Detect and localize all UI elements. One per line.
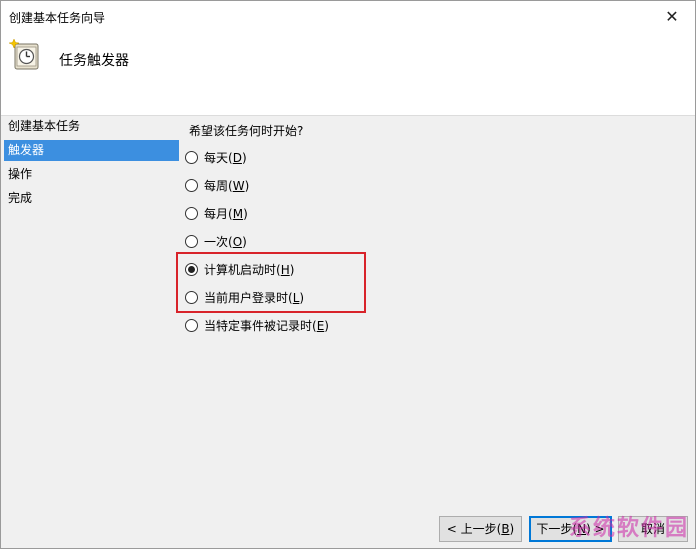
radio-button[interactable]: [185, 318, 198, 332]
radio-button[interactable]: [185, 178, 198, 192]
option-label: 当特定事件被记录时(E): [204, 318, 329, 333]
next-button[interactable]: 下一步(N) >: [529, 516, 612, 542]
option-at-logon[interactable]: 当前用户登录时(L): [185, 287, 304, 307]
clock-icon: [9, 38, 39, 70]
sidebar-item-label: 触发器: [8, 143, 45, 157]
option-on-event[interactable]: 当特定事件被记录时(E): [185, 315, 329, 335]
radio-button[interactable]: [185, 234, 198, 248]
sidebar-item-label: 操作: [8, 167, 33, 181]
task-wizard-window: 创建基本任务向导 ✕ 任务触发器 创建基本任务 触发器 操作 完成 希望该任务何…: [0, 0, 696, 549]
sidebar-item-action[interactable]: 操作: [4, 164, 179, 185]
radio-button[interactable]: [185, 150, 198, 164]
option-label: 一次(O): [204, 234, 247, 249]
sidebar-item-label: 完成: [8, 191, 33, 205]
radio-button[interactable]: [185, 206, 198, 220]
page-heading: 任务触发器: [59, 53, 129, 69]
title-bar: 创建基本任务向导 ✕: [1, 1, 695, 32]
back-button[interactable]: < 上一步(B): [439, 516, 522, 542]
sidebar-item-trigger[interactable]: 触发器: [4, 140, 179, 161]
option-monthly[interactable]: 每月(M): [185, 203, 248, 223]
option-at-startup[interactable]: 计算机启动时(H): [185, 259, 294, 279]
wizard-steps-sidebar: 创建基本任务 触发器 操作 完成: [4, 116, 180, 508]
sidebar-item-finish[interactable]: 完成: [4, 188, 179, 209]
option-label: 每月(M): [204, 206, 248, 221]
trigger-options-panel: 希望该任务何时开始? 每天(D) 每周(W) 每月(M) 一次(O) 计算机启动…: [185, 116, 685, 508]
sidebar-item-label: 创建基本任务: [8, 119, 81, 133]
option-label: 每天(D): [204, 150, 247, 165]
option-weekly[interactable]: 每周(W): [185, 175, 249, 195]
question-label: 希望该任务何时开始?: [189, 124, 304, 138]
wizard-header: 任务触发器: [1, 32, 695, 116]
wizard-footer: < 上一步(B) 下一步(N) > 取消: [1, 508, 695, 548]
option-once[interactable]: 一次(O): [185, 231, 247, 251]
cancel-button[interactable]: 取消: [618, 516, 688, 542]
option-label: 每周(W): [204, 178, 250, 193]
option-label: 当前用户登录时(L): [204, 290, 305, 305]
radio-button[interactable]: [185, 290, 198, 304]
close-icon[interactable]: ✕: [649, 1, 695, 32]
sidebar-item-create-basic-task[interactable]: 创建基本任务: [4, 116, 179, 137]
window-title: 创建基本任务向导: [9, 11, 106, 25]
radio-button-checked[interactable]: [185, 262, 198, 276]
option-label: 计算机启动时(H): [204, 262, 295, 277]
option-daily[interactable]: 每天(D): [185, 147, 247, 167]
